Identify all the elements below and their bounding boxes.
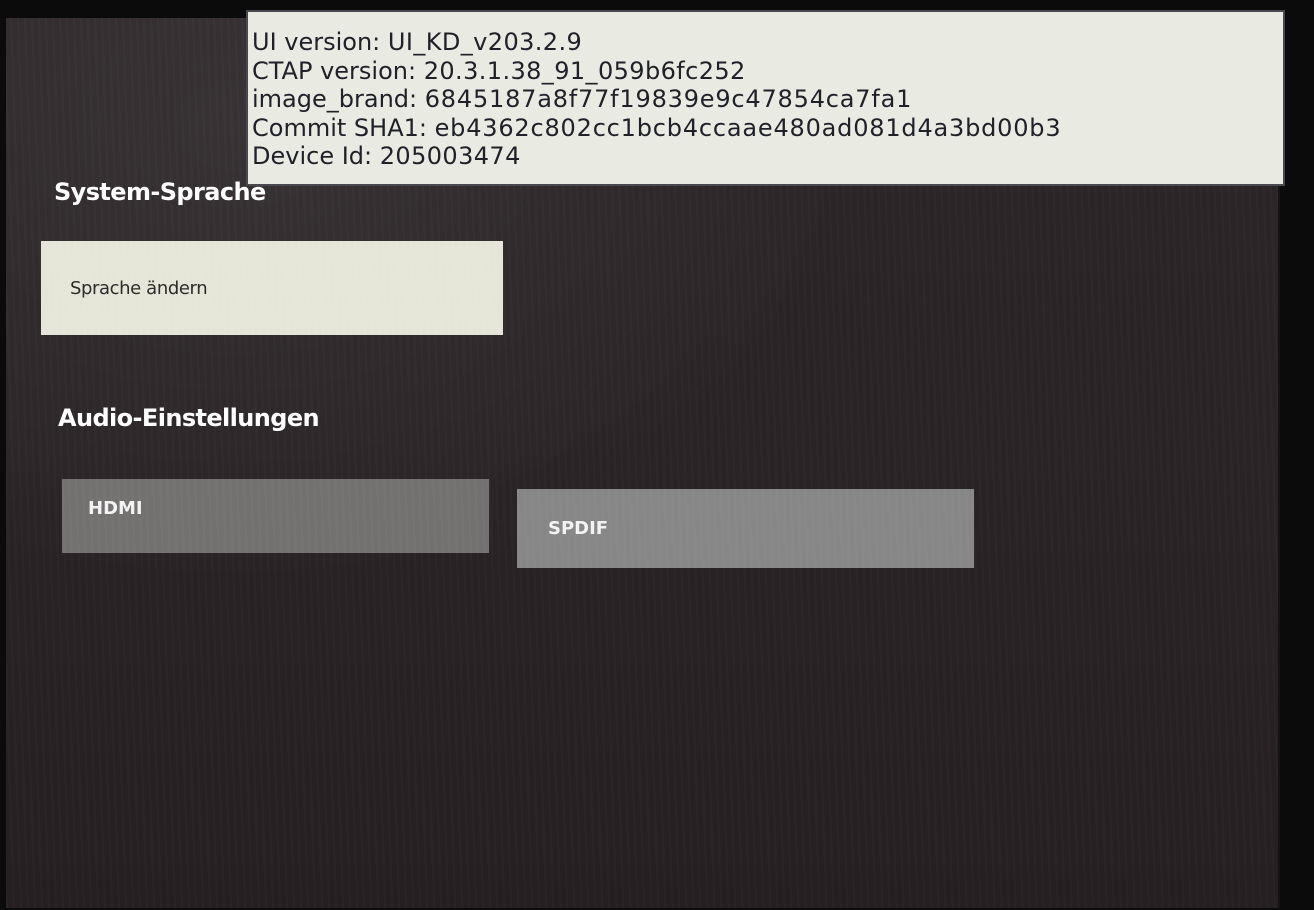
ctap-version-line: CTAP version: 20.3.1.38_91_059b6fc252: [252, 57, 1283, 86]
ui-version-line: UI version: UI_KD_v203.2.9: [252, 28, 1283, 57]
image-brand-value: 6845187a8f77f19839e9c47854ca7fa1: [424, 85, 913, 114]
system-language-heading: System-Sprache: [54, 178, 266, 206]
debug-info-overlay: UI version: UI_KD_v203.2.9 CTAP version:…: [246, 10, 1285, 186]
audio-output-hdmi-button[interactable]: HDMI: [62, 479, 489, 553]
device-id-label: Device Id:: [252, 142, 373, 171]
ctap-version-label: CTAP version:: [252, 56, 417, 85]
device-id-line: Device Id: 205003474: [252, 142, 1283, 171]
audio-output-spdif-button[interactable]: SPDIF: [517, 489, 974, 568]
ui-version-value: UI_KD_v203.2.9: [387, 28, 583, 56]
change-language-label: Sprache ändern: [70, 277, 208, 299]
commit-sha1-value: eb4362c802cc1bcb4ccaae480ad081d4a3bd00b3: [434, 113, 1062, 142]
device-id-value: 205003474: [379, 142, 521, 171]
image-brand-label: image_brand:: [252, 85, 418, 114]
change-language-button[interactable]: Sprache ändern: [41, 241, 503, 335]
image-brand-line: image_brand: 6845187a8f77f19839e9c47854c…: [252, 85, 1283, 114]
audio-output-spdif-label: SPDIF: [548, 518, 609, 539]
audio-output-hdmi-label: HDMI: [88, 497, 143, 519]
commit-sha1-line: Commit SHA1: eb4362c802cc1bcb4ccaae480ad…: [252, 114, 1283, 143]
commit-sha1-label: Commit SHA1:: [252, 113, 427, 142]
audio-settings-heading: Audio-Einstellungen: [58, 404, 320, 432]
ui-version-label: UI version:: [252, 28, 381, 56]
ctap-version-value: 20.3.1.38_91_059b6fc252: [423, 56, 746, 85]
